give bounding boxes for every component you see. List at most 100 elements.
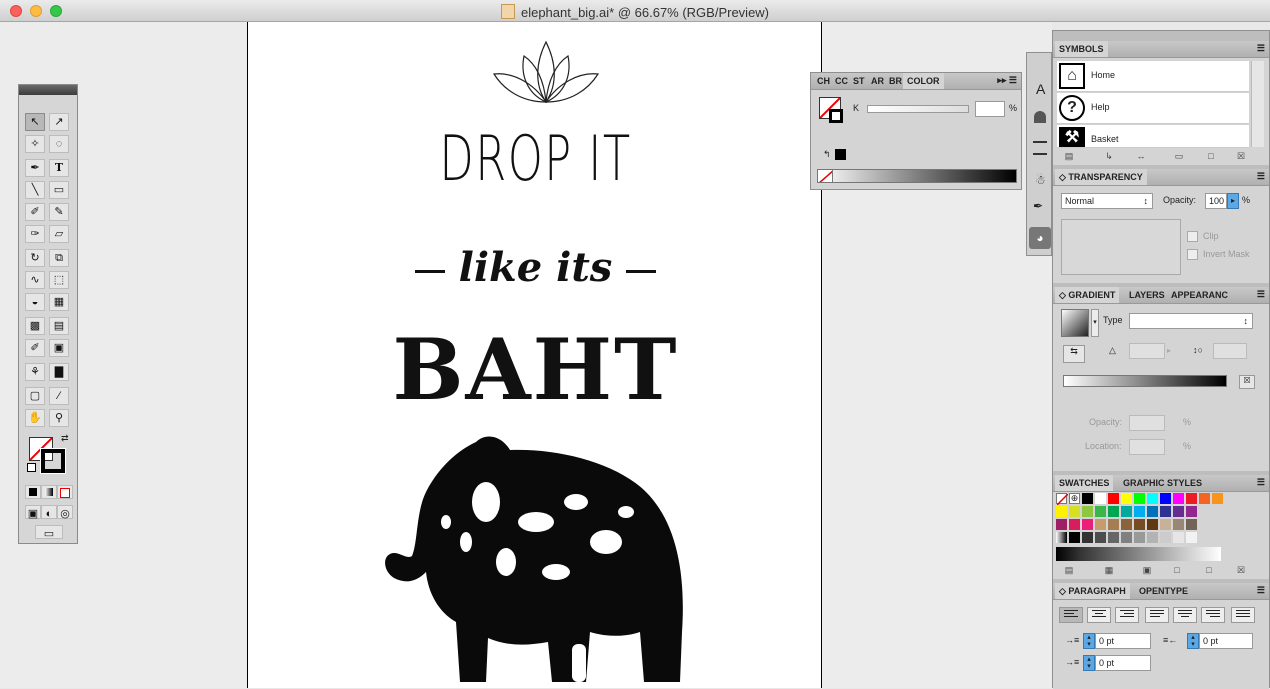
zoom-tool-icon[interactable]: ⚲ [49, 409, 69, 427]
reverse-gradient-icon[interactable]: ⇆ [1063, 345, 1085, 363]
tab-symbols[interactable]: SYMBOLS [1055, 41, 1108, 57]
right-indent-input[interactable]: 0 pt [1199, 633, 1253, 649]
scale-tool-icon[interactable]: ⧉ [49, 249, 69, 267]
blend-tool-icon[interactable]: ▣ [49, 339, 69, 357]
first-line-indent-stepper[interactable]: ▴ ▾ [1083, 655, 1095, 671]
delete-stop-icon[interactable]: ☒ [1239, 375, 1255, 389]
slice-tool-icon[interactable]: ∕ [49, 387, 69, 405]
character-panel-icon[interactable]: A [1036, 81, 1045, 97]
paintbrush-tool-icon[interactable]: ✐ [25, 203, 45, 221]
like-its-line[interactable]: like its [248, 244, 821, 291]
k-slider-track[interactable] [867, 105, 969, 113]
tab-color[interactable]: COLOR [903, 73, 944, 89]
grayscale-swatch-group[interactable] [1056, 547, 1221, 561]
baht-text[interactable]: BAHT [248, 320, 821, 419]
color-swatch[interactable] [1082, 493, 1093, 504]
color-swatch[interactable] [1121, 532, 1132, 543]
right-indent-stepper[interactable]: ▴ ▾ [1187, 633, 1199, 649]
first-line-indent-input[interactable]: 0 pt [1095, 655, 1151, 671]
color-swatch[interactable] [1134, 506, 1145, 517]
none-color-icon[interactable] [817, 169, 833, 183]
color-swatch[interactable] [1082, 506, 1093, 517]
left-indent-stepper[interactable]: ▴ ▾ [1083, 633, 1095, 649]
color-swatch[interactable] [1134, 532, 1145, 543]
artboard-tool-icon[interactable]: ▢ [25, 387, 45, 405]
artboard[interactable]: DROP IT like its BAHT [247, 22, 822, 688]
gradient-panel[interactable]: ◇ GRADIENT LAYERS APPEARANC ☰ ▾ Type ↕ ⇆… [1053, 287, 1269, 471]
panel-menu-icon[interactable]: ☰ [1257, 585, 1265, 596]
color-swatch[interactable] [1212, 493, 1223, 504]
align-panel-icon[interactable] [1033, 141, 1047, 155]
color-swatch[interactable] [1160, 506, 1171, 517]
swatch-options-icon[interactable]: ▣ [1139, 565, 1155, 577]
panel-menu-icon[interactable]: ☰ [1257, 171, 1265, 182]
panel-menu-icon[interactable]: ☰ [1257, 289, 1265, 300]
pencil-tool-icon[interactable]: ✎ [49, 203, 69, 221]
color-swatch[interactable] [1186, 506, 1197, 517]
justify-last-right-icon[interactable] [1201, 607, 1225, 623]
color-swatch[interactable] [1082, 519, 1093, 530]
lasso-tool-icon[interactable]: ◌ [49, 135, 69, 153]
symbol-libraries-icon[interactable]: ▤ [1061, 151, 1077, 163]
tools-panel-header[interactable] [19, 85, 77, 95]
registration-swatch[interactable]: ⊕ [1069, 493, 1080, 504]
tab-appearance[interactable]: APPEARANC [1167, 287, 1232, 303]
clip-checkbox[interactable] [1187, 231, 1198, 242]
magic-wand-tool-icon[interactable]: ✧ [25, 135, 45, 153]
color-swatch[interactable] [1147, 506, 1158, 517]
type-tool-icon[interactable]: T [49, 159, 69, 177]
color-swatch[interactable] [1108, 532, 1119, 543]
place-symbol-icon[interactable]: ↳ [1101, 151, 1117, 163]
tab-stroke[interactable]: ST [849, 73, 869, 89]
color-swatch[interactable] [1134, 519, 1145, 530]
k-value-input[interactable] [975, 101, 1005, 117]
color-swatch[interactable] [1121, 519, 1132, 530]
gradient-type-select[interactable]: ↕ [1129, 313, 1253, 329]
swap-fill-stroke-icon[interactable]: ⇄ [61, 433, 69, 444]
gradient-mode-icon[interactable] [41, 485, 57, 499]
symbols-scrollbar[interactable] [1251, 61, 1264, 147]
none-mode-icon[interactable] [57, 485, 73, 499]
web-color-swatch[interactable] [835, 149, 846, 160]
color-swatch[interactable] [1095, 506, 1106, 517]
out-of-gamut-icon[interactable]: ↰ [823, 149, 831, 160]
color-swatch[interactable] [1056, 519, 1067, 530]
color-swatch[interactable] [1069, 519, 1080, 530]
color-swatch[interactable] [1108, 519, 1119, 530]
default-colors-icon[interactable] [27, 463, 36, 472]
gradient-swatch[interactable] [1056, 532, 1067, 543]
left-indent-input[interactable]: 0 pt [1095, 633, 1151, 649]
color-swatch[interactable] [1108, 506, 1119, 517]
symbol-sprayer-tool-icon[interactable]: ⚘ [25, 363, 45, 381]
stroke-swatch[interactable] [40, 448, 66, 474]
tab-graphic-styles[interactable]: GRAPHIC STYLES [1119, 475, 1206, 491]
color-swatch[interactable] [1121, 506, 1132, 517]
color-swatch[interactable] [1199, 493, 1210, 504]
draw-normal-icon[interactable]: ▣ [25, 505, 41, 520]
new-symbol-icon[interactable]: □ [1203, 151, 1219, 163]
color-swatch[interactable] [1095, 519, 1106, 530]
symbol-item[interactable]: ? Help [1057, 93, 1249, 124]
tab-layers[interactable]: LAYERS [1125, 287, 1169, 303]
tab-gradient[interactable]: ◇ GRADIENT [1055, 287, 1120, 303]
opacity-slider-button[interactable]: ▸ [1227, 193, 1239, 209]
opacity-input[interactable]: 100 [1205, 193, 1227, 209]
line-tool-icon[interactable]: ╲ [25, 181, 45, 199]
selection-tool-icon[interactable]: ↖ [25, 113, 45, 131]
color-swatch[interactable] [1069, 506, 1080, 517]
delete-swatch-icon[interactable]: ☒ [1233, 565, 1249, 577]
align-left-icon[interactable] [1059, 607, 1083, 623]
gradient-tool-icon[interactable]: ▤ [49, 317, 69, 335]
angle-input[interactable] [1129, 343, 1165, 359]
panel-menu-icon[interactable]: ☰ [1257, 43, 1265, 54]
aspect-ratio-input[interactable] [1213, 343, 1247, 359]
gradient-swatch-dropdown[interactable]: ▾ [1091, 309, 1099, 337]
pen-tool-icon[interactable]: ✒ [25, 159, 45, 177]
panel-menu-icon[interactable]: ▸▸ ☰ [997, 75, 1017, 86]
color-mode-icon[interactable] [25, 485, 41, 499]
color-guide-panel-icon[interactable]: ◕ [1029, 227, 1051, 249]
align-center-icon[interactable] [1087, 607, 1111, 623]
lotus-illustration[interactable] [490, 40, 602, 106]
draw-inside-icon[interactable]: ◎ [57, 505, 73, 520]
color-swatch[interactable] [1134, 493, 1145, 504]
